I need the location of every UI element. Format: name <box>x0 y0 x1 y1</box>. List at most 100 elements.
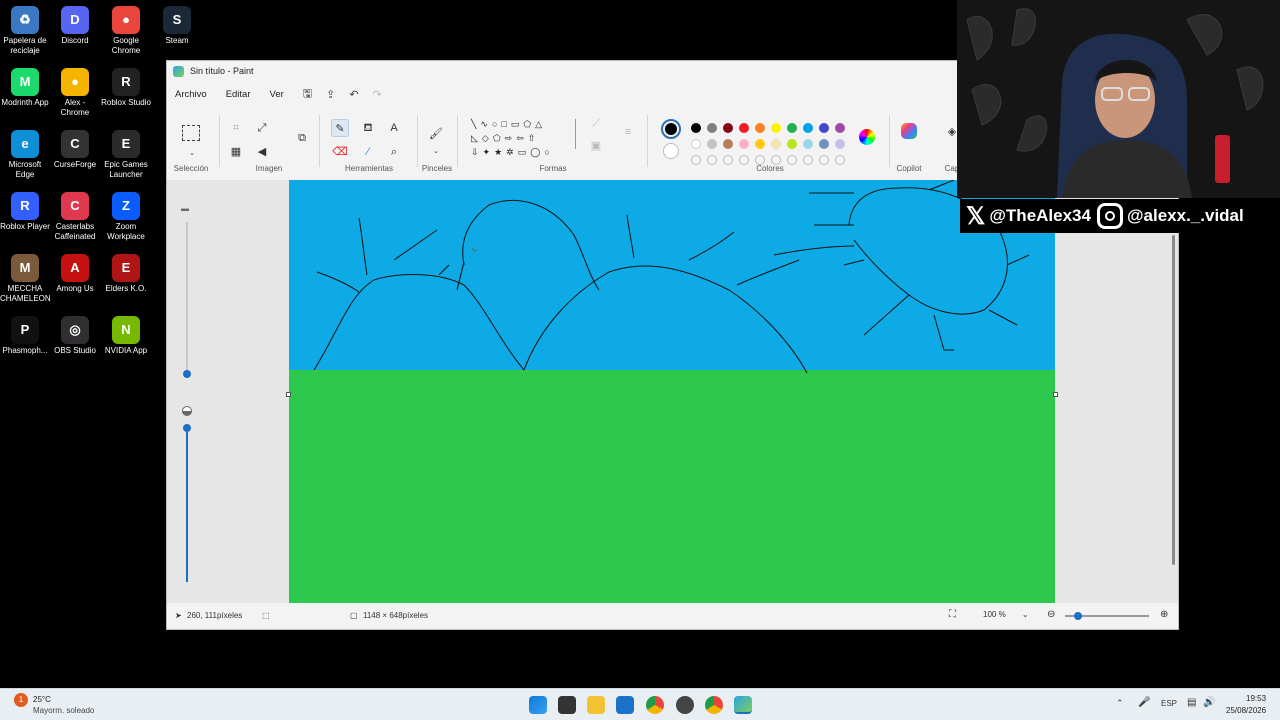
color-swatch[interactable] <box>723 139 733 149</box>
zoom-in-icon[interactable]: ⊕ <box>1160 609 1168 620</box>
desktop-icon[interactable]: N NVIDIA App <box>101 316 151 356</box>
outline-icon[interactable]: ⟋ <box>587 115 605 133</box>
desktop-icon[interactable]: M MECCHA CHAMELEON <box>0 254 51 304</box>
color-swatch[interactable] <box>803 123 813 133</box>
size-slider-thumb[interactable] <box>183 370 191 378</box>
size-icon[interactable]: ≡ <box>619 123 637 141</box>
desktop-icon[interactable]: ● Google Chrome <box>101 6 151 56</box>
color-swatch[interactable] <box>739 123 749 133</box>
undo-icon[interactable]: ↶ <box>349 88 358 101</box>
file-explorer-icon[interactable] <box>587 696 605 714</box>
scrollbar-thumb[interactable] <box>1172 235 1175 565</box>
desktop-icon[interactable]: E Elders K.O. <box>101 254 151 294</box>
desktop-icon[interactable]: Z Zoom Workplace <box>101 192 151 242</box>
shapes-gallery[interactable]: ╲∿○□▭⬠△ ◺◇⬠⇨⇦⇧ ⇩✦★✲▭◯○ <box>471 117 571 159</box>
share-icon[interactable]: ⇪ <box>326 88 335 101</box>
desktop-icon[interactable]: C CurseForge <box>50 130 100 170</box>
color-swatch[interactable] <box>755 139 765 149</box>
network-icon[interactable]: ▤ <box>1187 697 1196 708</box>
zoom-slider-thumb[interactable] <box>1074 612 1082 620</box>
drawing-canvas[interactable] <box>286 180 1058 605</box>
task-view-icon[interactable] <box>558 696 576 714</box>
secondary-color[interactable] <box>663 143 679 159</box>
color-swatch[interactable] <box>787 123 797 133</box>
magnifier-icon[interactable]: ⌕ <box>385 143 403 161</box>
opacity-slider-thumb[interactable] <box>183 424 191 432</box>
start-icon[interactable] <box>529 696 547 714</box>
desktop-icon[interactable]: ● Alex - Chrome <box>50 68 100 118</box>
language-indicator[interactable]: ESP <box>1161 699 1177 708</box>
clock-date[interactable]: 25/08/2026 <box>1226 706 1266 715</box>
save-icon[interactable]: 🖫 <box>303 85 312 104</box>
crop-icon[interactable]: ⌗ <box>227 119 245 137</box>
size-slider-track[interactable] <box>186 222 188 378</box>
cursor-position: 260, 111píxeles <box>187 611 243 620</box>
vertical-scrollbar[interactable] <box>1170 180 1176 600</box>
desktop-icon[interactable]: R Roblox Player <box>0 192 50 232</box>
image-select-icon[interactable]: ⧉ <box>293 129 311 147</box>
fill-bucket-icon[interactable]: ⛾ <box>359 119 377 137</box>
zoom-out-icon[interactable]: ⊖ <box>1047 609 1055 620</box>
pencil-icon[interactable]: ✎ <box>331 119 349 137</box>
zoom-select[interactable]: 100 % ⌄ <box>979 608 1033 622</box>
color-swatch[interactable] <box>771 123 781 133</box>
edit-colors-icon[interactable] <box>859 129 875 145</box>
resize-handle[interactable] <box>1053 392 1058 397</box>
brush-icon[interactable]: 🖌 <box>427 125 445 143</box>
color-swatch[interactable] <box>707 139 717 149</box>
fill-icon[interactable]: ▣ <box>587 137 605 155</box>
select-rectangle-icon[interactable] <box>182 125 200 141</box>
chevron-down-icon[interactable]: ⌄ <box>183 145 201 163</box>
copilot-icon[interactable] <box>901 123 917 139</box>
resize-icon[interactable]: ⤢ <box>253 119 271 137</box>
desktop-icon[interactable]: S Steam <box>152 6 202 46</box>
menu-ver[interactable]: Ver <box>270 89 284 100</box>
color-swatch[interactable] <box>691 123 701 133</box>
desktop-icon[interactable]: e Microsoft Edge <box>0 130 50 180</box>
color-swatch[interactable] <box>755 123 765 133</box>
weather-icon[interactable]: 1 <box>14 693 28 707</box>
desktop-icon[interactable]: ♻ Papelera de reciclaje <box>0 6 50 56</box>
desktop-icon[interactable]: E Epic Games Launcher <box>101 130 151 180</box>
desktop-icon[interactable]: D Discord <box>50 6 100 46</box>
opacity-slider-track[interactable] <box>186 430 188 582</box>
primary-color[interactable] <box>661 119 681 139</box>
color-swatch[interactable] <box>819 123 829 133</box>
redo-icon[interactable]: ↷ <box>373 88 382 101</box>
paint-taskbar-icon[interactable] <box>734 696 752 714</box>
text-icon[interactable]: A <box>385 119 403 137</box>
menu-archivo[interactable]: Archivo <box>175 89 207 100</box>
clock-time[interactable]: 19:53 <box>1246 694 1266 703</box>
rotate-icon[interactable]: ◀ <box>253 143 271 161</box>
color-swatch[interactable] <box>787 139 797 149</box>
color-swatch[interactable] <box>835 123 845 133</box>
desktop-icon[interactable]: C Casterlabs Caffeinated <box>50 192 100 242</box>
chrome-profile-icon[interactable] <box>705 696 723 714</box>
chevron-down-icon[interactable]: ⌄ <box>427 143 445 161</box>
volume-icon[interactable]: 🔊 <box>1203 697 1215 708</box>
remove-background-icon[interactable]: ▦ <box>227 143 245 161</box>
store-icon[interactable] <box>616 696 634 714</box>
chevron-up-icon[interactable]: ⌃ <box>1116 698 1124 709</box>
color-swatch[interactable] <box>723 123 733 133</box>
desktop-icon[interactable]: R Roblox Studio <box>101 68 151 108</box>
color-swatch[interactable] <box>691 139 701 149</box>
color-swatch[interactable] <box>819 139 829 149</box>
color-swatch[interactable] <box>739 139 749 149</box>
obs-icon[interactable] <box>676 696 694 714</box>
menu-editar[interactable]: Editar <box>226 89 251 100</box>
color-swatch[interactable] <box>835 139 845 149</box>
chrome-icon[interactable] <box>646 696 664 714</box>
eraser-icon[interactable]: ⌫ <box>331 143 349 161</box>
desktop-icon[interactable]: M Modrinth App <box>0 68 50 108</box>
fit-to-window-icon[interactable]: ⛶ <box>949 609 956 620</box>
resize-handle[interactable] <box>286 392 291 397</box>
desktop-icon[interactable]: A Among Us <box>50 254 100 294</box>
color-swatch[interactable] <box>707 123 717 133</box>
microphone-icon[interactable]: 🎤 <box>1138 697 1150 708</box>
desktop-icon[interactable]: ◎ OBS Studio <box>50 316 100 356</box>
color-swatch[interactable] <box>771 139 781 149</box>
color-picker-icon[interactable]: ⁄ <box>359 143 377 161</box>
color-swatch[interactable] <box>803 139 813 149</box>
desktop-icon[interactable]: P Phasmoph... <box>0 316 50 356</box>
